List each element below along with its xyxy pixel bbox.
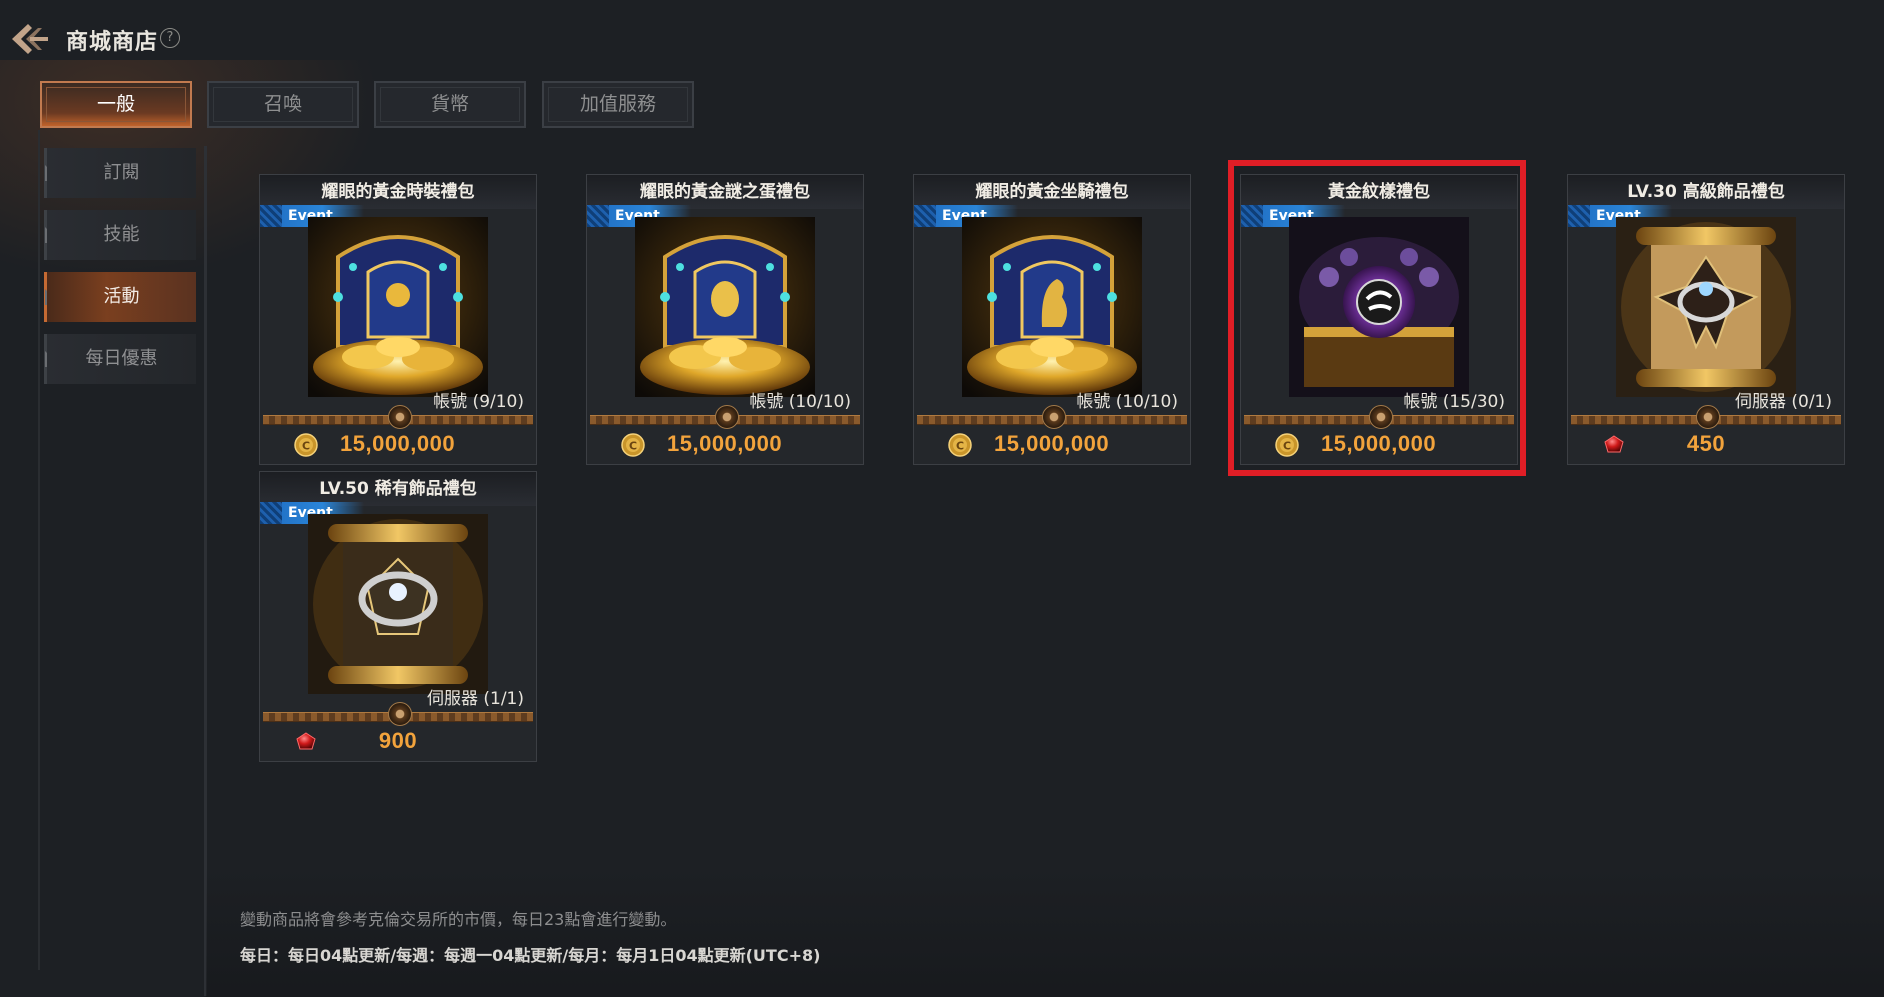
sidebar-item-skills[interactable]: 技能 [44,210,196,260]
product-card[interactable]: 耀眼的黃金坐騎禮包 Event 帳號 (10/10) C 15,000,000 [913,174,1191,465]
product-card[interactable]: LV.50 稀有飾品禮包 Event 伺服器 (1/1) 900 [259,471,537,762]
gold-coin-icon: C [621,433,645,457]
accessory-pack-lv30-image [1616,217,1796,397]
gold-egg-pack-image [635,217,815,397]
purchase-limit: 伺服器 (1/1) [426,689,524,709]
price-row: 900 [260,724,536,760]
product-card[interactable]: 耀眼的黃金時裝禮包 Event 帳號 (9/10) C 15,000,000 [259,174,537,465]
product-card[interactable]: LV.30 高級飾品禮包 Event 伺服器 (0/1) 450 [1567,174,1845,465]
price-row: C 15,000,000 [587,427,863,463]
purchase-limit: 伺服器 (0/1) [1734,392,1832,412]
price-row: C 15,000,000 [914,427,1190,463]
ornament-icon [1696,405,1720,429]
tab-summon[interactable]: 召喚 [207,81,359,128]
price-change-note: 變動商品將會參考克倫交易所的市價，每日23點會進行變動。 [240,910,677,929]
product-title: 耀眼的黃金時裝禮包 [260,175,536,209]
product-title: LV.50 稀有飾品禮包 [260,472,536,506]
tab-premium-service[interactable]: 加值服務 [542,81,694,128]
sidebar-item-label: 技能 [103,224,140,245]
price-row: 450 [1568,427,1844,463]
price-value: 15,000,000 [667,431,783,456]
sidebar-item-label: 活動 [103,286,140,307]
reset-schedule-note: 每日：每日04點更新/每週：每週一04點更新/每月：每月1日04點更新(UTC+… [240,946,821,965]
gold-costume-pack-image [308,217,488,397]
ornament-icon [1042,405,1066,429]
purchase-limit: 帳號 (9/10) [433,392,524,412]
sidebar-item-events[interactable]: 活動 [44,272,196,322]
sidebar-item-daily-deals[interactable]: 每日優惠 [44,334,196,384]
accessory-pack-lv50-image [308,514,488,694]
price-row: C 15,000,000 [260,427,536,463]
page-title: 商城商店 [66,30,159,55]
svg-text:C: C [302,440,310,453]
product-card[interactable]: 耀眼的黃金謎之蛋禮包 Event 帳號 (10/10) C 15,000,000 [586,174,864,465]
tab-currency[interactable]: 貨幣 [374,81,526,128]
sidebar-border [38,130,40,970]
purchase-limit: 帳號 (10/10) [1076,392,1178,412]
ornament-icon [715,405,739,429]
product-title: LV.30 高級飾品禮包 [1568,175,1844,209]
sidebar-item-label: 訂閱 [103,162,140,183]
help-icon[interactable]: ? [160,28,180,48]
sidebar-item-subscription[interactable]: 訂閱 [44,148,196,198]
purchase-limit: 帳號 (10/10) [749,392,851,412]
svg-text:C: C [629,440,637,453]
ornament-icon [388,702,412,726]
gold-coin-icon: C [948,433,972,457]
sidebar-item-label: 每日優惠 [85,348,158,369]
back-arrow-icon[interactable] [8,18,52,60]
product-title: 耀眼的黃金坐騎禮包 [914,175,1190,209]
product-title: 耀眼的黃金謎之蛋禮包 [587,175,863,209]
price-value: 900 [378,728,418,753]
ornament-icon [388,405,412,429]
price-value: 15,000,000 [994,431,1110,456]
price-value: 450 [1686,431,1726,456]
tab-general[interactable]: 一般 [40,81,192,128]
gold-coin-icon: C [294,433,318,457]
selection-highlight [1228,160,1526,476]
gold-mount-pack-image [962,217,1142,397]
footer-band [206,866,1884,997]
svg-text:C: C [956,440,964,453]
price-value: 15,000,000 [340,431,456,456]
